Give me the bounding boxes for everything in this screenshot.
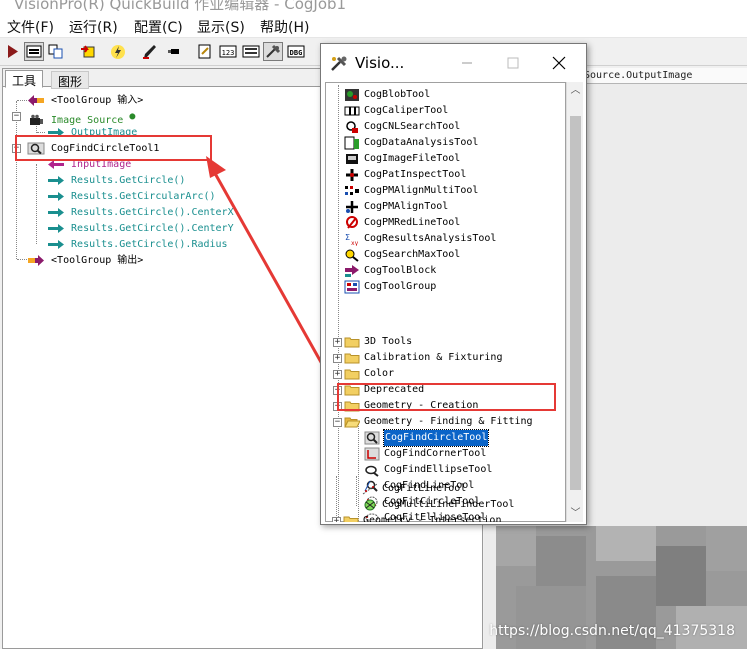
pen-icon[interactable]	[140, 42, 160, 61]
svg-text:Σ: Σ	[345, 233, 350, 242]
multi-line-finder-icon	[364, 499, 376, 511]
tree-row-input-group[interactable]: <ToolGroup 输入>	[27, 93, 143, 108]
load-icon[interactable]	[78, 42, 98, 61]
toolbox-icon	[331, 56, 347, 71]
status-dot-icon: ●	[129, 111, 136, 122]
tool-picker-list-tail: CogFitLineTool CogMultiLineFinderTool + …	[325, 476, 565, 522]
output-arrow-icon	[48, 224, 64, 233]
caliper-tool-icon	[344, 106, 360, 116]
svg-text:123: 123	[222, 49, 235, 57]
minimize-button[interactable]	[444, 49, 490, 77]
tab-graphics[interactable]: 图形	[51, 71, 90, 89]
tool-output-icon	[28, 255, 44, 266]
tree-row-image-source[interactable]: Image Source ●	[27, 109, 136, 126]
tree-label: <ToolGroup 输入>	[51, 95, 144, 106]
expand-toggle[interactable]: +	[333, 354, 342, 363]
menu-config[interactable]: 配置(C)	[134, 17, 183, 37]
tool-picker-title: Visio...	[355, 54, 405, 72]
find-circle-icon	[364, 431, 380, 445]
folder-icon	[343, 516, 359, 522]
tree-row-result[interactable]: Results.GetCircle()	[47, 173, 185, 188]
menu-run[interactable]: 运行(R)	[69, 17, 118, 37]
tree-label: Results.GetCircle()	[71, 175, 186, 186]
search-max-icon	[345, 249, 359, 262]
tree-row-output-group[interactable]: <ToolGroup 输出>	[27, 253, 143, 268]
marker-icon[interactable]	[164, 42, 184, 61]
svg-text:DBG: DBG	[290, 49, 303, 57]
fit-line-icon	[362, 483, 378, 495]
image-source-collapse-toggle[interactable]: −	[12, 112, 21, 121]
show-image-icon[interactable]	[24, 42, 44, 61]
image-file-icon	[346, 154, 358, 164]
output-arrow-icon	[48, 192, 64, 201]
tree-row-result[interactable]: Results.GetCircle().Radius	[47, 237, 228, 252]
tree-label: <ToolGroup 输出>	[51, 255, 144, 266]
list-icon[interactable]	[241, 42, 261, 61]
expand-toggle[interactable]: +	[333, 338, 342, 347]
tree-label: Results.GetCircularArc()	[71, 191, 216, 202]
menu-help[interactable]: 帮助(H)	[260, 17, 309, 37]
open-folder-icon	[344, 417, 360, 428]
pm-redline-icon	[346, 216, 358, 229]
folder-icon	[344, 369, 360, 380]
output-arrow-icon	[48, 240, 64, 249]
tool-picker-window: Visio... CogBlobTool CogCaliperTool CogC…	[320, 43, 587, 525]
find-corner-icon	[364, 447, 380, 461]
folder-icon	[344, 337, 360, 348]
numeric-icon[interactable]: 123	[218, 42, 238, 61]
annotation-box	[337, 383, 556, 411]
menu-bar: 文件(F) 运行(R) 配置(C) 显示(S) 帮助(H)	[0, 14, 747, 38]
toolbox-icon[interactable]	[263, 42, 283, 61]
debug-icon[interactable]: DBG	[286, 42, 306, 61]
annotation-box	[15, 135, 212, 161]
blob-tool-icon	[345, 89, 359, 101]
watermark-text: https://blog.csdn.net/qq_41375318	[489, 623, 735, 639]
scroll-thumb[interactable]	[570, 116, 581, 490]
pm-align-icon	[346, 201, 358, 213]
copy-icon[interactable]	[46, 42, 66, 61]
collapse-toggle[interactable]: −	[333, 418, 342, 427]
scroll-up-icon[interactable]: ︿	[567, 82, 584, 99]
tree-label: Results.GetCircle().CenterX	[71, 207, 234, 218]
window-title-bar: VisionPro(R) QuickBuild 作业编辑器 - CogJob1	[0, 0, 747, 14]
tool-block-icon	[345, 265, 359, 277]
edit-icon[interactable]	[195, 42, 215, 61]
output-arrow-icon	[48, 208, 64, 217]
tree-label: Results.GetCircle().CenterY	[71, 223, 234, 234]
tool-picker-list: CogBlobTool CogCaliperTool CogCNLSearchT…	[325, 82, 566, 522]
expand-toggle[interactable]: +	[332, 517, 341, 522]
tree-row-result[interactable]: Results.GetCircularArc()	[47, 189, 216, 204]
run-icon[interactable]	[3, 42, 23, 61]
tool-group-icon	[344, 280, 360, 294]
menu-view[interactable]: 显示(S)	[197, 17, 245, 37]
cnl-search-icon	[346, 121, 358, 133]
selected-tool-label: CogFindCircleTool	[382, 429, 490, 447]
tab-tools[interactable]: 工具	[5, 70, 44, 88]
svg-text:xy: xy	[351, 240, 359, 246]
expand-toggle[interactable]: +	[333, 370, 342, 379]
tree-label: Results.GetCircle().Radius	[71, 239, 228, 250]
lightning-icon[interactable]	[108, 42, 128, 61]
tree-row-result[interactable]: Results.GetCircle().CenterY	[47, 221, 234, 236]
camera-icon	[30, 114, 43, 125]
folder-icon	[344, 353, 360, 364]
close-button[interactable]	[536, 49, 582, 77]
find-ellipse-icon	[365, 465, 379, 477]
pat-inspect-icon	[346, 169, 358, 181]
close-icon	[552, 56, 566, 70]
maximize-button[interactable]	[490, 49, 536, 77]
tool-input-icon	[28, 95, 44, 106]
tree-row-result[interactable]: Results.GetCircle().CenterX	[47, 205, 234, 220]
menu-file[interactable]: 文件(F)	[7, 17, 54, 37]
tool-picker-title-bar: Visio...	[321, 44, 586, 80]
results-analysis-icon: Σxy	[345, 233, 359, 246]
pm-align-multi-icon	[345, 186, 359, 195]
tool-picker-scrollbar[interactable]: ︿ ﹀	[566, 82, 583, 522]
scroll-down-icon[interactable]: ﹀	[567, 505, 584, 522]
data-analysis-icon	[344, 136, 359, 150]
output-arrow-icon	[48, 176, 64, 185]
window-title: VisionPro(R) QuickBuild 作业编辑器 - CogJob1	[14, 0, 347, 13]
